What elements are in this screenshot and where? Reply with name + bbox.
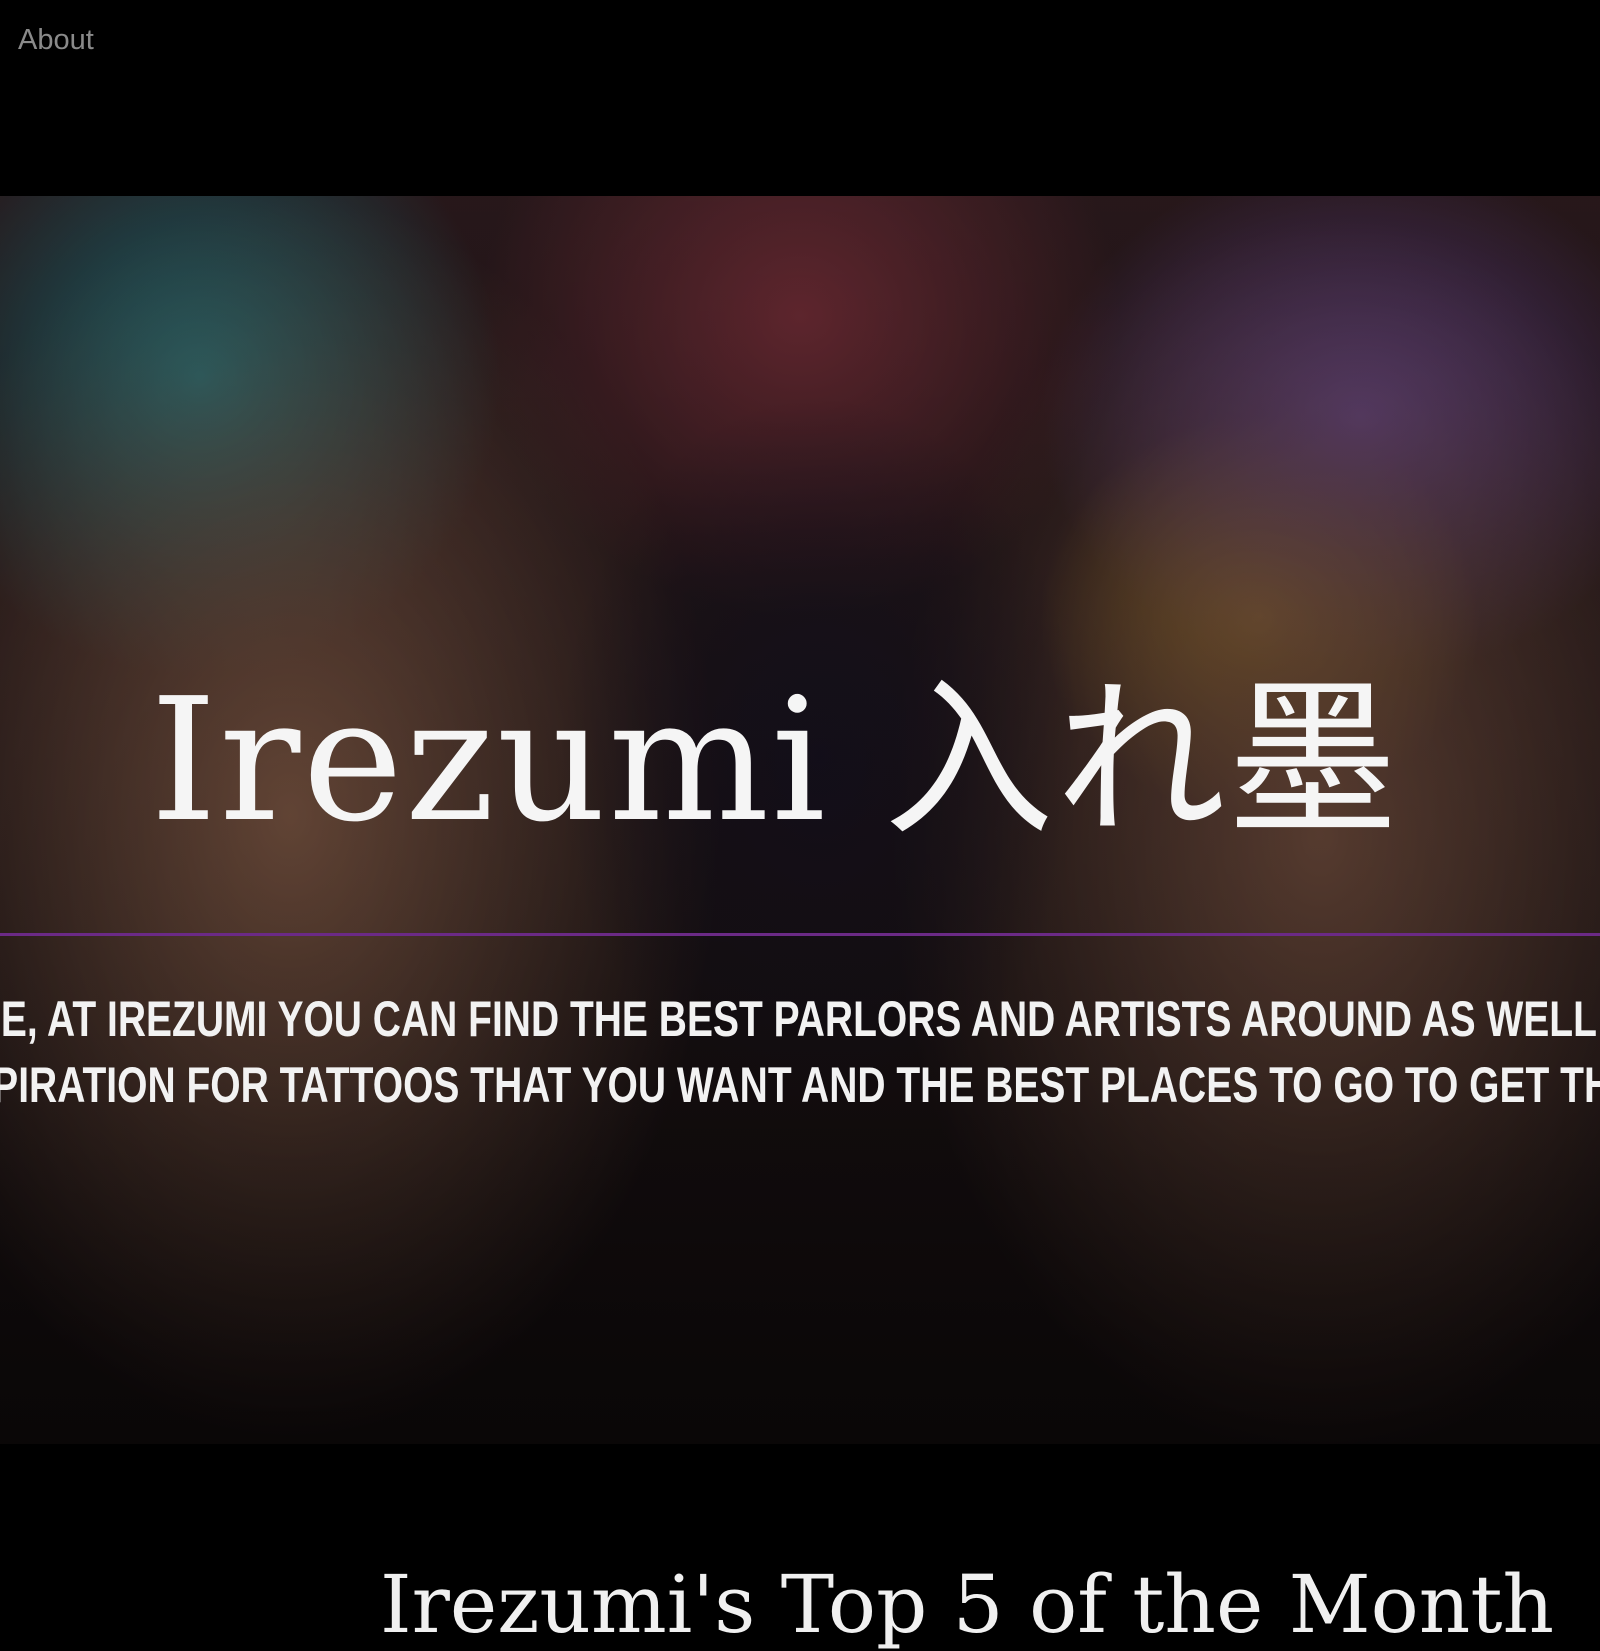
hero-tagline: OME, AT IREZUMI YOU CAN FIND THE BEST PA… xyxy=(0,986,1600,1118)
nav-about-link[interactable]: About xyxy=(18,24,94,57)
hero-tagline-line-1: OME, AT IREZUMI YOU CAN FIND THE BEST PA… xyxy=(0,991,1600,1047)
section-heading-top-5: Irezumi's Top 5 of the Month xyxy=(380,1558,1554,1651)
hero-title: Irezumi 入れ墨 xyxy=(150,662,1400,860)
hero-tagline-line-2: NSPIRATION FOR TATTOOS THAT YOU WANT AND… xyxy=(0,1057,1600,1113)
hero-banner: Irezumi 入れ墨 OME, AT IREZUMI YOU CAN FIND… xyxy=(0,196,1600,1444)
hero-divider xyxy=(0,933,1600,936)
